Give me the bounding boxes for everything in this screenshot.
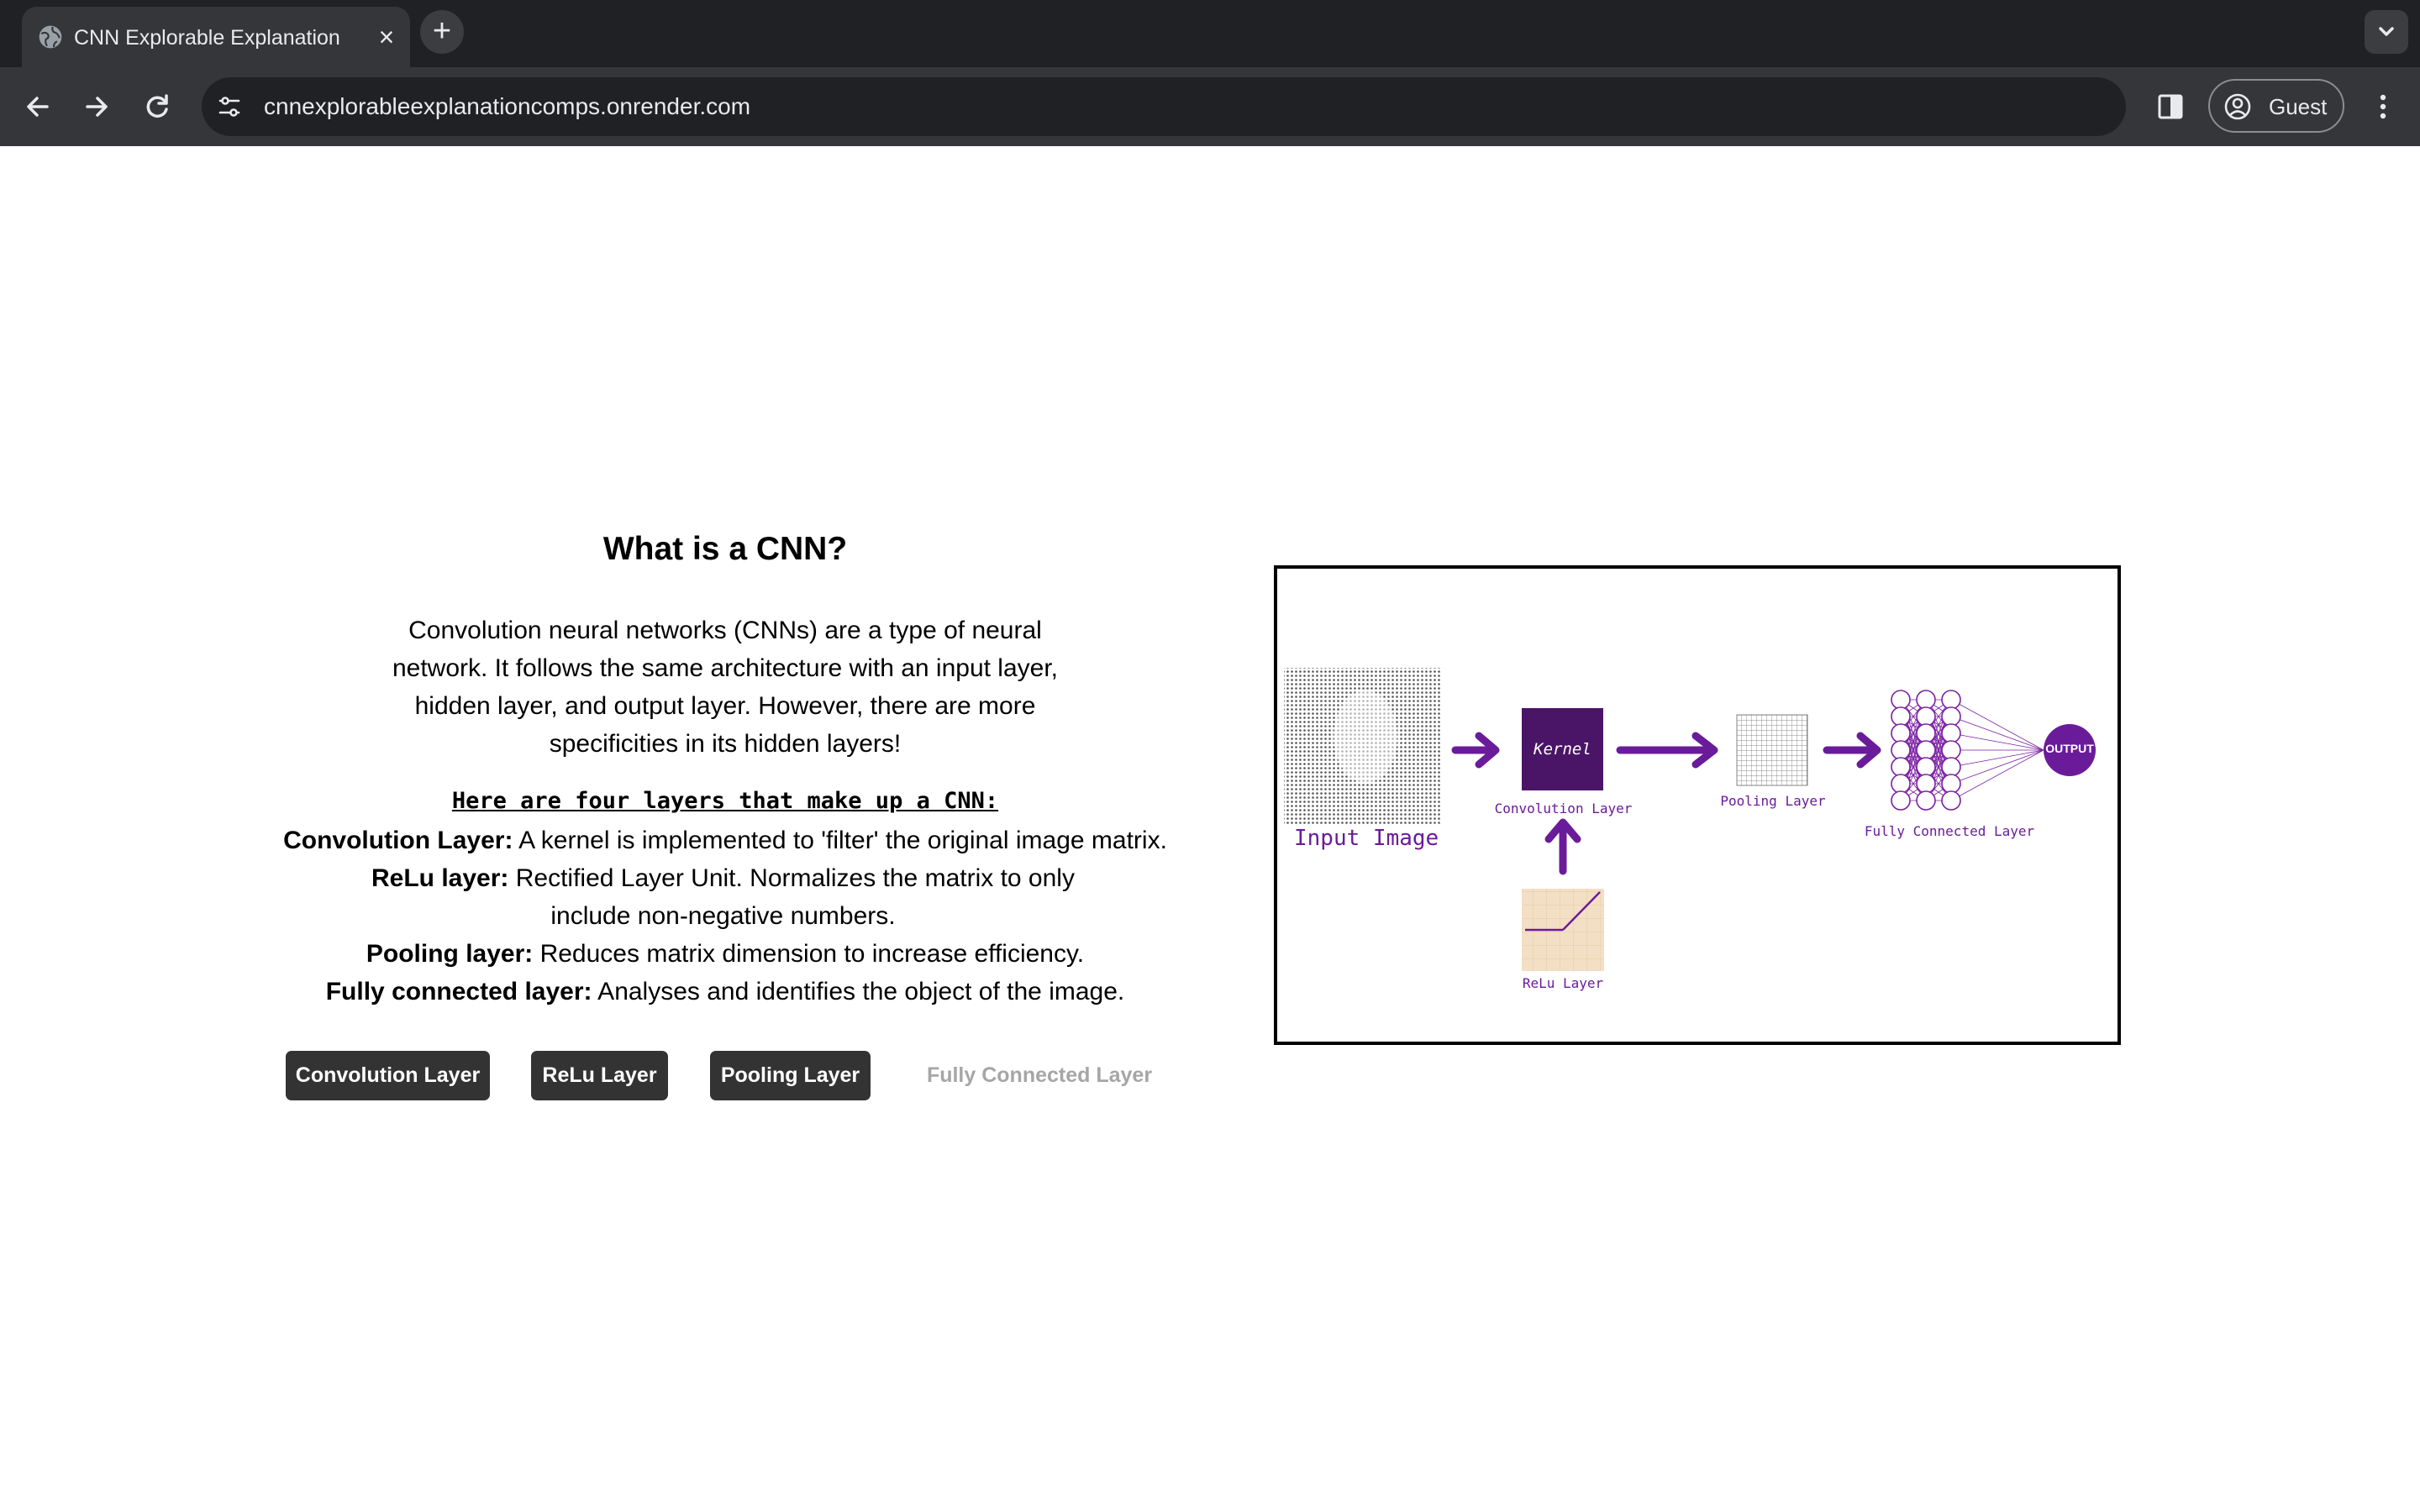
pooling-layer-label: Pooling Layer [1720, 793, 1826, 809]
layer-description-relu: ReLu layer: Rectified Layer Unit. Normal… [227, 859, 1223, 935]
network-edge [1950, 732, 2044, 751]
profile-button[interactable]: Guest [2208, 79, 2344, 133]
address-bar[interactable]: cnnexplorableexplanationcomps.onrender.c… [202, 77, 2126, 136]
reload-icon[interactable] [136, 86, 178, 128]
chevron-down-icon [2379, 27, 2394, 36]
layer-desc: Reduces matrix dimension to increase eff… [533, 940, 1085, 968]
input-image-label: Input Image [1294, 826, 1439, 851]
layers-heading: Here are four layers that make up a CNN: [451, 788, 999, 814]
layer-term: ReLu layer: [371, 864, 509, 892]
network-node [1891, 706, 1911, 727]
network-node [1941, 757, 1961, 777]
network-node [1891, 723, 1911, 743]
plus-icon: + [432, 13, 452, 49]
profile-label: Guest [2269, 94, 2328, 119]
arrow-icon [1451, 732, 1500, 769]
convolution-layer-label: Convolution Layer [1494, 801, 1633, 816]
network-node [1916, 740, 1936, 760]
fully-connected-layer-button[interactable]: Fully Connected Layer [909, 1051, 1170, 1100]
network-node [1941, 723, 1961, 743]
tab-search-button[interactable] [2365, 10, 2408, 54]
layer-term: Convolution Layer: [283, 827, 513, 854]
intro-paragraph: Convolution neural networks (CNNs) are a… [392, 617, 1059, 758]
layers-list: Convolution Layer: A kernel is implement… [227, 822, 1223, 1011]
output-label: OUTPUT [2045, 742, 2094, 755]
layer-term: Fully connected layer: [325, 978, 592, 1005]
network-node [1916, 690, 1936, 710]
network-node [1941, 740, 1961, 760]
cnn-diagram-graphic [1284, 668, 2096, 971]
network-node [1941, 774, 1961, 794]
url-text[interactable]: cnnexplorableexplanationcomps.onrender.c… [264, 93, 750, 120]
relu-layer-label: ReLu Layer [1522, 975, 1604, 991]
tab-strip: CNN Explorable Explanation × + [0, 0, 2420, 67]
relu-graph [1522, 889, 1604, 971]
convolution-layer-button[interactable]: Convolution Layer [286, 1051, 490, 1100]
close-icon[interactable]: × [371, 22, 402, 52]
network-node [1891, 774, 1911, 794]
network-node [1916, 723, 1936, 743]
page-title: What is a CNN? [602, 531, 848, 567]
network-edge [1950, 699, 2044, 751]
site-settings-icon[interactable] [215, 92, 244, 121]
layer-description-pooling: Pooling layer: Reduces matrix dimension … [227, 935, 1223, 973]
network-edge [1950, 749, 2044, 768]
pooling-grid [1736, 714, 1808, 786]
network-node [1941, 690, 1961, 710]
network-node [1941, 790, 1961, 811]
arrow-up-icon [1544, 818, 1581, 875]
back-arrow-icon[interactable] [17, 86, 59, 128]
fully-connected-network [1891, 690, 2044, 811]
network-node [1891, 690, 1911, 710]
globe-icon [39, 25, 62, 49]
more-vert-icon[interactable] [2366, 86, 2400, 128]
network-node [1891, 757, 1911, 777]
network-node [1916, 774, 1936, 794]
network-node [1916, 757, 1936, 777]
network-node [1891, 790, 1911, 811]
arrow-icon [1616, 732, 1718, 769]
pooling-layer-button[interactable]: Pooling Layer [710, 1051, 871, 1100]
kernel-label: Kernel [1534, 740, 1591, 759]
new-tab-button[interactable]: + [420, 10, 464, 54]
relu-layer-button[interactable]: ReLu Layer [531, 1051, 668, 1100]
browser-tab[interactable]: CNN Explorable Explanation × [22, 7, 410, 67]
network-node [1916, 706, 1936, 727]
browser-toolbar: cnnexplorableexplanationcomps.onrender.c… [0, 67, 2420, 146]
layer-term: Pooling layer: [366, 940, 534, 968]
arrow-icon [1823, 732, 1881, 769]
layer-desc: Analyses and identifies the object of th… [592, 978, 1125, 1005]
fully-connected-layer-label: Fully Connected Layer [1864, 823, 2035, 839]
forward-arrow-icon[interactable] [76, 86, 118, 128]
network-node [1941, 706, 1961, 727]
tab-title: CNN Explorable Explanation [74, 26, 340, 50]
network-node [1916, 790, 1936, 811]
layer-desc: A kernel is implemented to 'filter' the … [513, 827, 1167, 854]
network-node [1891, 740, 1911, 760]
side-panel-icon[interactable] [2149, 86, 2191, 128]
input-image-matrix [1284, 668, 1440, 824]
layer-description-fully-connected: Fully connected layer: Analyses and iden… [227, 973, 1223, 1011]
layer-description-convolution: Convolution Layer: A kernel is implement… [227, 822, 1223, 859]
layer-desc: Rectified Layer Unit. Normalizes the mat… [508, 864, 1075, 930]
network-edge [1950, 749, 2044, 785]
network-edge [1950, 749, 2044, 801]
network-edge [1950, 716, 2044, 751]
cnn-diagram: Input Image Kernel Convolution Layer Poo… [1274, 565, 2121, 1045]
profile-icon [2224, 93, 2251, 120]
